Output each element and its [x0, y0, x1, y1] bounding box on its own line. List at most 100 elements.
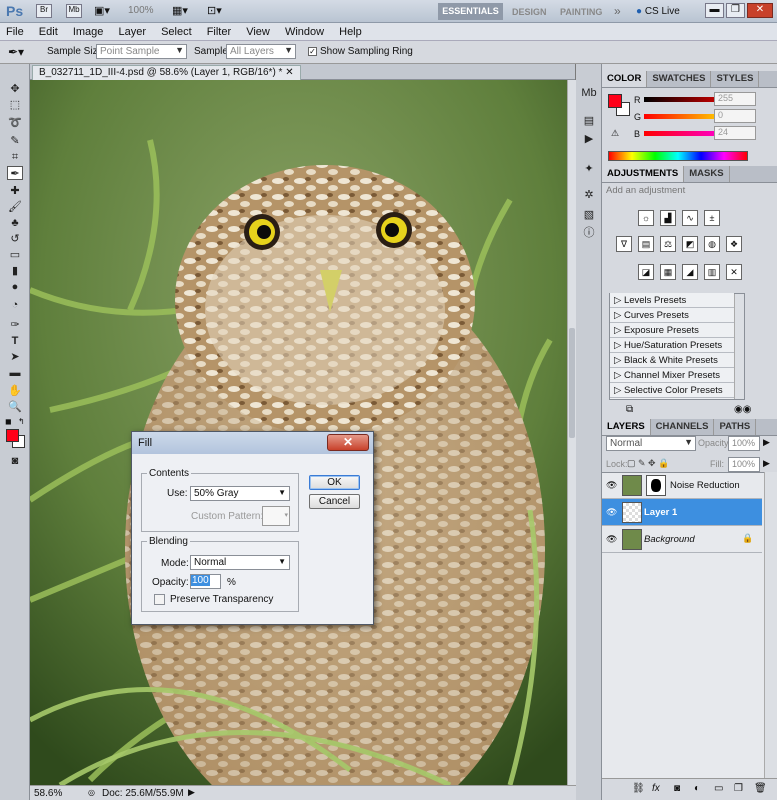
zoom-level-select[interactable]: 100%	[128, 5, 154, 16]
opacity-arrow-icon[interactable]: ▶	[763, 437, 770, 448]
color-panel-foreground-swatch[interactable]	[608, 94, 622, 108]
preserve-transparency-checkbox[interactable]	[154, 594, 165, 605]
dodge-tool-icon[interactable]: ◔	[7, 298, 23, 312]
color-balance-icon[interactable]: ⚖	[660, 236, 676, 252]
ok-button[interactable]: OK	[309, 475, 360, 490]
blend-mode-select[interactable]: Normal ▼	[606, 436, 696, 451]
menu-window[interactable]: Window	[279, 23, 330, 38]
default-colors-icon[interactable]: ◼	[5, 417, 12, 426]
vertical-scrollbar[interactable]	[567, 80, 576, 785]
minimize-button[interactable]: ▬	[705, 3, 724, 18]
mode-select[interactable]: Normal ▼	[190, 555, 290, 570]
quick-mask-icon[interactable]: ◙	[7, 454, 23, 468]
screen-mode-icon[interactable]: ⊡▾	[207, 4, 222, 17]
cancel-button[interactable]: Cancel	[309, 494, 360, 509]
adjustment-options-icon[interactable]: ◉◉	[734, 404, 751, 415]
type-tool-icon[interactable]: T	[7, 334, 23, 348]
threshold-icon[interactable]: ◢	[682, 264, 698, 280]
tab-color[interactable]: COLOR	[602, 71, 648, 87]
custom-pattern-picker[interactable]: ▾	[262, 506, 290, 526]
eyedropper-preset-icon[interactable]: ✒▾	[8, 45, 24, 59]
red-value-field[interactable]: 255	[714, 92, 756, 106]
posterize-icon[interactable]: ▦	[660, 264, 676, 280]
spot-healing-tool-icon[interactable]: ✚	[7, 184, 23, 198]
marquee-tool-icon[interactable]: ⬚	[7, 98, 23, 112]
exposure-icon[interactable]: ±	[704, 210, 720, 226]
move-tool-icon[interactable]: ✥	[7, 82, 23, 96]
curves-icon[interactable]: ∿	[682, 210, 698, 226]
lock-options-icons[interactable]: ▢ ✎ ✥ 🔒	[627, 458, 669, 469]
use-select[interactable]: 50% Gray ▼	[190, 486, 290, 501]
out-of-gamut-warning-icon[interactable]: ⚠	[611, 128, 619, 139]
view-extras-icon[interactable]: ▣▾	[94, 4, 116, 18]
menu-file[interactable]: File	[0, 23, 30, 38]
blue-value-field[interactable]: 24	[714, 126, 756, 140]
menu-layer[interactable]: Layer	[112, 23, 152, 38]
blur-tool-icon[interactable]: ●	[7, 280, 23, 294]
menu-edit[interactable]: Edit	[33, 23, 64, 38]
color-spectrum-ramp[interactable]	[608, 151, 748, 161]
link-layers-icon[interactable]: ⛓	[632, 783, 645, 794]
preset-channel-mixer[interactable]: ▷ Channel Mixer Presets	[610, 368, 734, 383]
clone-stamp-tool-icon[interactable]: ♣	[7, 216, 23, 230]
eraser-tool-icon[interactable]: ▭	[7, 248, 23, 262]
layer-opacity-field[interactable]: 100%	[728, 436, 760, 451]
hue-saturation-icon[interactable]: ▤	[638, 236, 654, 252]
workspace-design[interactable]: DESIGN	[512, 7, 547, 17]
tab-swatches[interactable]: SWATCHES	[647, 71, 712, 87]
status-arrow-icon[interactable]: ▶	[188, 787, 195, 798]
photo-filter-icon[interactable]: ◍	[704, 236, 720, 252]
zoom-tool-icon[interactable]: 🔍	[7, 400, 23, 414]
mini-bridge-icon[interactable]: Mb	[66, 4, 82, 18]
levels-icon[interactable]: ▟	[660, 210, 676, 226]
arrange-documents-icon[interactable]: ▦▾	[172, 4, 188, 17]
bridge-icon[interactable]: Br	[36, 4, 52, 18]
channel-mixer-icon[interactable]: ❖	[726, 236, 742, 252]
status-zoom-level[interactable]: 58.6%	[34, 788, 62, 799]
history-panel-icon[interactable]: ▤	[581, 114, 597, 128]
quick-selection-tool-icon[interactable]: ✎	[7, 134, 23, 148]
preset-curves[interactable]: ▷ Curves Presets	[610, 308, 734, 323]
vibrance-icon[interactable]: ∇	[616, 236, 632, 252]
crop-tool-icon[interactable]: ⌗	[7, 150, 23, 164]
sample-size-select[interactable]: Point Sample ▼	[96, 44, 187, 59]
close-window-button[interactable]: ✕	[747, 3, 773, 18]
gradient-map-icon[interactable]: ▥	[704, 264, 720, 280]
restore-button[interactable]: ❐	[726, 3, 745, 18]
document-tab[interactable]: B_032711_1D_III-4.psd @ 58.6% (Layer 1, …	[32, 65, 301, 80]
swap-colors-icon[interactable]: ↰	[18, 417, 25, 426]
history-brush-tool-icon[interactable]: ↺	[7, 232, 23, 246]
brushes-panel-icon[interactable]: ✦	[581, 162, 597, 176]
green-value-field[interactable]: 0	[714, 109, 756, 123]
black-white-icon[interactable]: ◩	[682, 236, 698, 252]
add-mask-icon[interactable]: ◙	[674, 783, 680, 794]
cs-live-button[interactable]: ● CS Live	[636, 6, 680, 17]
tab-adjustments[interactable]: ADJUSTMENTS	[602, 166, 685, 182]
more-workspaces-icon[interactable]: »	[614, 4, 621, 18]
presets-scrollbar[interactable]	[734, 294, 744, 399]
selective-color-icon[interactable]: ✕	[726, 264, 742, 280]
pen-tool-icon[interactable]: ✑	[7, 318, 23, 332]
hand-tool-icon[interactable]: ✋	[7, 384, 23, 398]
scrollbar-thumb[interactable]	[569, 328, 575, 438]
doc-info-icon[interactable]: ◎	[88, 788, 95, 797]
menu-help[interactable]: Help	[333, 23, 368, 38]
layers-scrollbar[interactable]	[764, 472, 777, 778]
layer-row-noise-reduction[interactable]: 👁 Noise Reduction	[602, 472, 762, 499]
preset-black-white[interactable]: ▷ Black & White Presets	[610, 353, 734, 368]
foreground-color-swatch[interactable]	[6, 429, 19, 442]
layer-fill-field[interactable]: 100%	[728, 457, 760, 472]
visibility-eye-icon[interactable]: 👁	[606, 534, 617, 545]
layer-row-layer-1[interactable]: 👁 Layer 1	[602, 499, 762, 526]
info-panel-icon[interactable]: ⓘ	[581, 226, 597, 240]
preset-levels[interactable]: ▷ Levels Presets	[610, 293, 734, 308]
workspace-painting[interactable]: PAINTING	[560, 7, 602, 17]
actions-panel-icon[interactable]: ▶	[581, 132, 597, 146]
visibility-eye-icon[interactable]: 👁	[606, 480, 617, 491]
new-group-icon[interactable]: ▭	[714, 783, 723, 794]
gradient-tool-icon[interactable]: ▮	[7, 264, 23, 278]
brightness-contrast-icon[interactable]: ☼	[638, 210, 654, 226]
fill-dialog-close-button[interactable]: ✕	[327, 434, 369, 451]
menu-view[interactable]: View	[240, 23, 276, 38]
preset-hue-saturation[interactable]: ▷ Hue/Saturation Presets	[610, 338, 734, 353]
